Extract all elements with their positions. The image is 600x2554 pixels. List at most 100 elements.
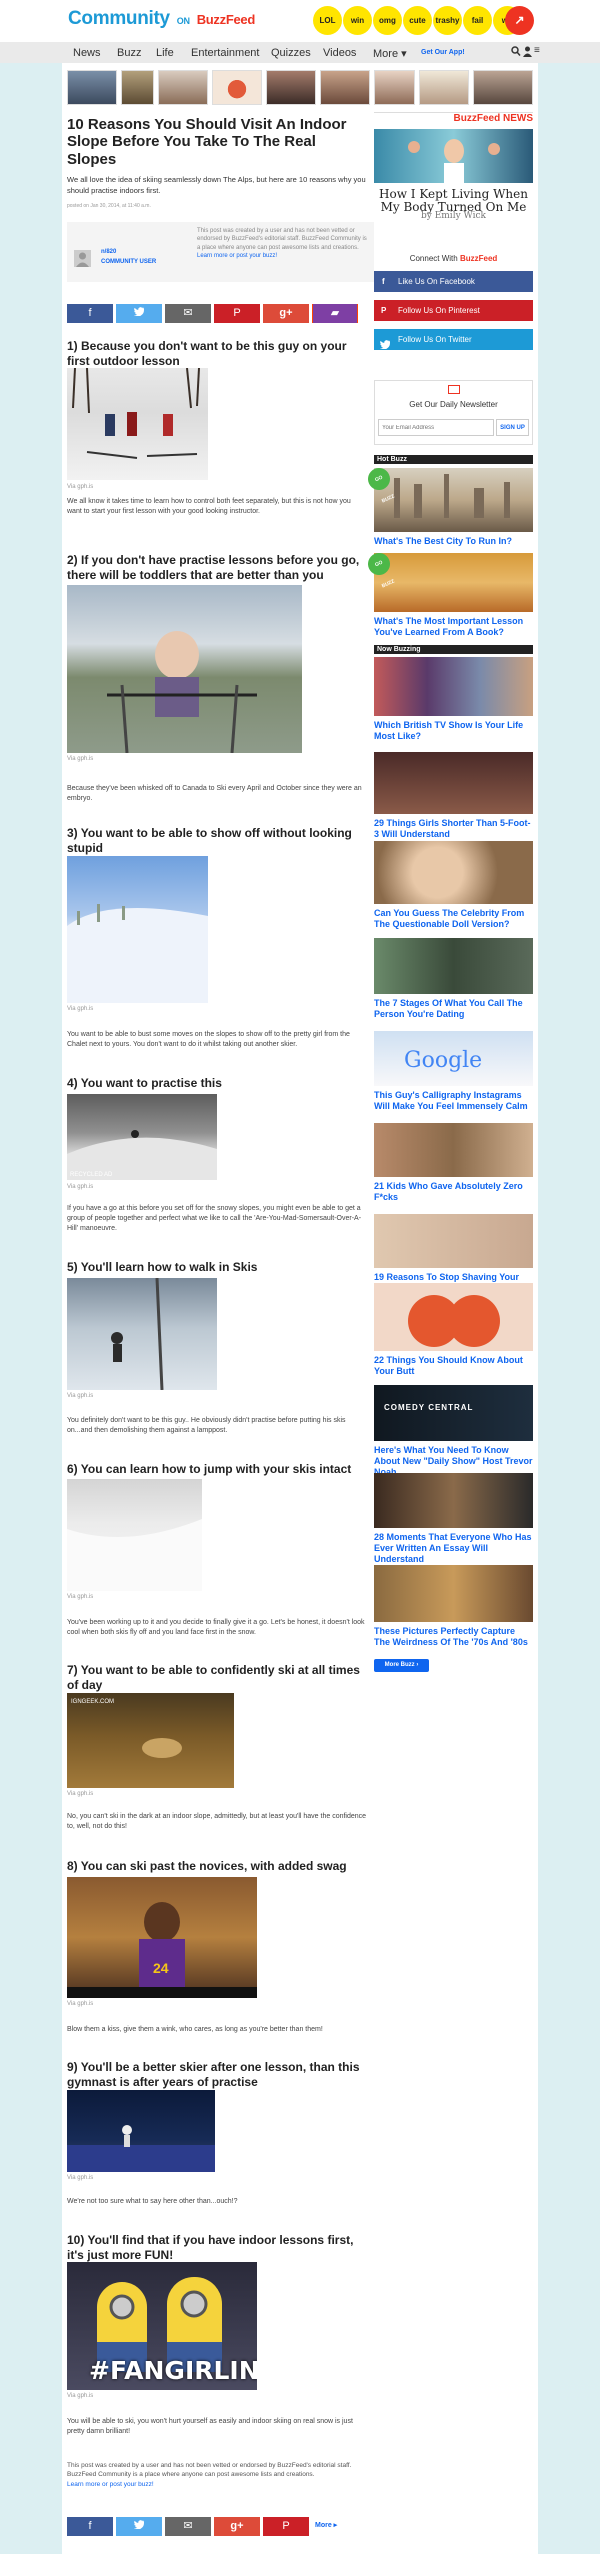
- nav-quizzes[interactable]: Quizzes: [271, 47, 311, 59]
- facebook-label: Like Us On Facebook: [398, 277, 475, 286]
- stumbleupon-share-button[interactable]: ▰: [313, 304, 357, 323]
- learn-more-link[interactable]: Learn more or post your buzz!: [197, 253, 277, 259]
- item-text: Blow them a kiss, give them a wink, who …: [67, 2026, 323, 2033]
- avatar[interactable]: [74, 250, 91, 267]
- google-plus-share-button[interactable]: g+: [263, 304, 309, 323]
- item-heading: 4) You want to practise this: [67, 1076, 222, 1090]
- via-source[interactable]: Via gph.is: [67, 1594, 93, 1600]
- pinterest-icon: P: [381, 306, 387, 315]
- top-bar: Community ON BuzzFeed LOL win omg cute t…: [0, 0, 600, 42]
- badge-omg[interactable]: omg: [373, 6, 402, 35]
- trending-thumbnail[interactable]: [419, 70, 469, 105]
- twitter-follow-button[interactable]: Follow Us On Twitter: [374, 329, 533, 350]
- via-source[interactable]: Via gph.is: [67, 1393, 93, 1399]
- facebook-share-button[interactable]: f: [67, 304, 113, 323]
- footer-disclaimer: This post was created by a user and has …: [67, 2461, 367, 2489]
- via-source[interactable]: Via gph.is: [67, 2393, 93, 2399]
- sidebar-story[interactable]: Can You Guess The Celebrity From The Que…: [374, 841, 533, 930]
- via-source[interactable]: Via gph.is: [67, 1791, 93, 1797]
- badge-win[interactable]: win: [343, 6, 372, 35]
- news-brand: BuzzFeed NEWS: [449, 113, 533, 124]
- sidebar-story[interactable]: The 7 Stages Of What You Call The Person…: [374, 938, 533, 1020]
- story-caption: 29 Things Girls Shorter Than 5-Foot-3 Wi…: [374, 818, 531, 839]
- badge-cute[interactable]: cute: [403, 6, 432, 35]
- nav-more[interactable]: More ▾: [373, 47, 407, 60]
- facebook-share-button[interactable]: f: [67, 2517, 113, 2536]
- item-gif: [67, 1278, 217, 1390]
- facebook-follow-button[interactable]: f Like Us On Facebook: [374, 271, 533, 292]
- sidebar-story[interactable]: These Pictures Perfectly Capture The Wei…: [374, 1565, 533, 1648]
- facebook-icon: f: [382, 277, 385, 286]
- email-share-button[interactable]: ✉: [165, 304, 211, 323]
- story-thumbnail: [374, 553, 533, 612]
- twitter-label: Follow Us On Twitter: [398, 335, 472, 344]
- nav-news[interactable]: News: [73, 47, 101, 59]
- author-role: COMMUNITY USER: [101, 259, 157, 265]
- logo-brand: BuzzFeed: [196, 12, 256, 27]
- sidebar-story[interactable]: What's The Most Important Lesson You've …: [374, 553, 533, 638]
- badge-trashy[interactable]: trashy: [433, 6, 462, 35]
- via-source[interactable]: Via gph.is: [67, 2001, 93, 2007]
- news-image[interactable]: [374, 129, 533, 183]
- sidebar-story[interactable]: COMEDY CENTRAL Here's What You Need To K…: [374, 1385, 533, 1477]
- item-text: We're not too sure what to say here othe…: [67, 2198, 238, 2205]
- trending-thumbnail[interactable]: [158, 70, 208, 105]
- footer-learn-more-link[interactable]: Learn more or post your buzz!: [67, 2481, 154, 2488]
- footer-disclaimer-text: This post was created by a user and has …: [67, 2462, 352, 2479]
- trending-thumbnail[interactable]: [266, 70, 316, 105]
- sidebar-story[interactable]: 19 Reasons To Stop Shaving Your Legs: [374, 1214, 533, 1294]
- badge-lol[interactable]: LOL: [313, 6, 342, 35]
- nav-entertainment[interactable]: Entertainment: [191, 47, 259, 59]
- via-source[interactable]: Via gph.is: [67, 1184, 93, 1190]
- sidebar-story[interactable]: 22 Things You Should Know About Your But…: [374, 1283, 533, 1377]
- trending-thumbnail[interactable]: [320, 70, 370, 105]
- nav-videos[interactable]: Videos: [323, 47, 356, 59]
- via-source[interactable]: Via gph.is: [67, 756, 93, 762]
- google-plus-share-button[interactable]: g+: [214, 2517, 260, 2536]
- story-caption: Can You Guess The Celebrity From The Que…: [374, 908, 525, 929]
- twitter-share-button[interactable]: [116, 304, 162, 323]
- site-logo[interactable]: Community ON BuzzFeed: [68, 8, 255, 30]
- svg-text:24: 24: [153, 1960, 169, 1976]
- gif-watermark-1: RECYCLED AD: [70, 1172, 113, 1178]
- item-text: You've been working up to it and you dec…: [67, 1619, 365, 1637]
- story-thumbnail: Google: [374, 1031, 533, 1086]
- get-app-link[interactable]: Get Our App!: [421, 49, 465, 56]
- trending-thumbnail[interactable]: [67, 70, 117, 105]
- nav-life[interactable]: Life: [156, 47, 174, 59]
- fangirling-caption: #FANGIRLING: [89, 2356, 257, 2385]
- user-icon[interactable]: [523, 46, 532, 60]
- sidebar-story[interactable]: What's The Best City To Run In?: [374, 468, 533, 547]
- sidebar-story[interactable]: 29 Things Girls Shorter Than 5-Foot-3 Wi…: [374, 752, 533, 840]
- sidebar-story[interactable]: 28 Moments That Everyone Who Has Ever Wr…: [374, 1473, 533, 1564]
- pinterest-share-button[interactable]: P: [263, 2517, 309, 2536]
- trending-thumbnail[interactable]: [212, 70, 262, 105]
- search-icon[interactable]: [511, 46, 521, 60]
- email-input[interactable]: [378, 419, 494, 436]
- trending-thumbnail[interactable]: [473, 70, 533, 105]
- pinterest-share-button[interactable]: P: [214, 304, 260, 323]
- trending-thumbnail[interactable]: [121, 70, 154, 105]
- trending-icon[interactable]: ↗: [505, 6, 534, 35]
- sidebar-story[interactable]: Which British TV Show Is Your Life Most …: [374, 657, 533, 742]
- more-share-link[interactable]: More ▸: [315, 2521, 337, 2529]
- pinterest-follow-button[interactable]: P Follow Us On Pinterest: [374, 300, 533, 321]
- badge-fail[interactable]: fail: [463, 6, 492, 35]
- author-name[interactable]: n/820: [101, 249, 116, 255]
- item-text: You will be able to ski, you won't hurt …: [67, 2418, 353, 2436]
- via-source[interactable]: Via gph.is: [67, 2175, 93, 2181]
- trending-thumbnail[interactable]: [374, 70, 415, 105]
- posted-date: posted on Jan 30, 2014, at 11:40 a.m.: [67, 203, 151, 209]
- via-source[interactable]: Via gph.is: [67, 1006, 93, 1012]
- more-buzz-button[interactable]: More Buzz ›: [374, 1659, 429, 1672]
- story-caption: These Pictures Perfectly Capture The Wei…: [374, 1626, 528, 1647]
- signup-button[interactable]: SIGN UP: [496, 419, 529, 436]
- sidebar-story[interactable]: Google This Guy's Calligraphy Instagrams…: [374, 1031, 533, 1112]
- menu-icon[interactable]: ≡: [534, 45, 540, 56]
- via-source[interactable]: Via gph.is: [67, 484, 93, 490]
- nav-buzz[interactable]: Buzz: [117, 47, 141, 59]
- twitter-share-button[interactable]: [116, 2517, 162, 2536]
- email-share-button[interactable]: ✉: [165, 2517, 211, 2536]
- sidebar-story[interactable]: 21 Kids Who Gave Absolutely Zero F*cks: [374, 1123, 533, 1203]
- twitter-icon: [380, 336, 391, 357]
